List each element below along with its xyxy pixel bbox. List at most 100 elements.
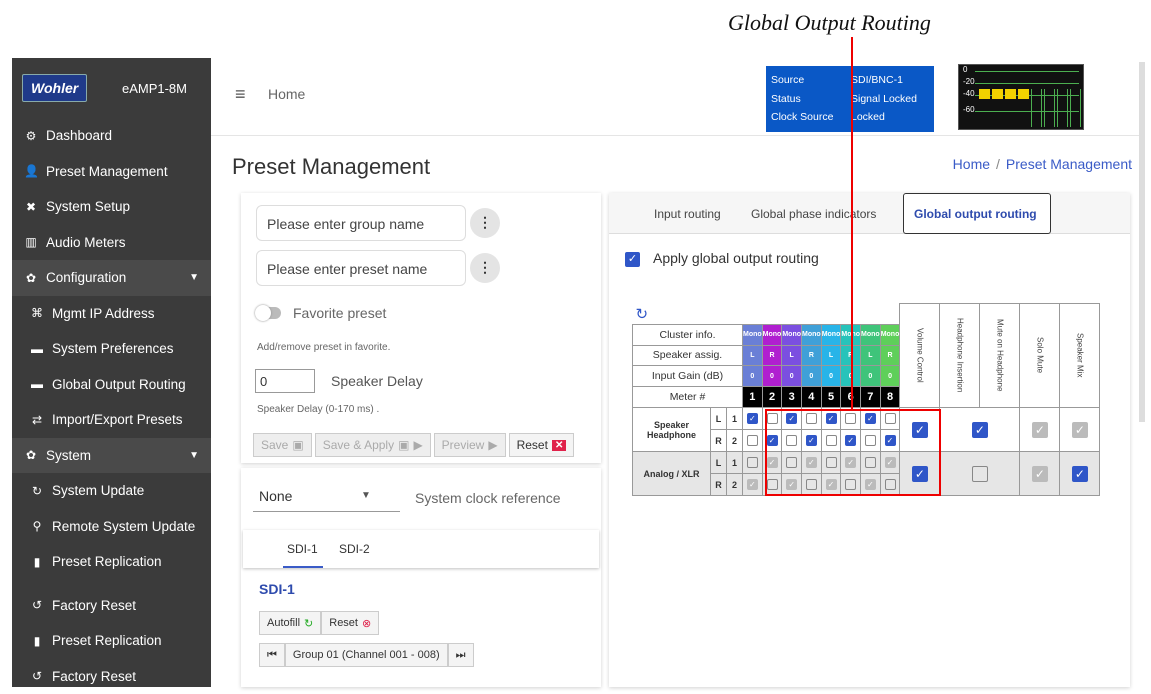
sidebar-item-label: Remote System Update [52,519,195,534]
sidebar-item-label: Configuration [46,270,126,285]
channel-number: 2 [727,474,743,496]
route-checkbox[interactable]: ✓ [747,479,758,490]
active-tab-underline [283,566,323,568]
gain-cell: 0 [821,366,841,387]
solo-mute-checkbox[interactable]: ✓ [1032,422,1048,438]
tab-global-output-routing[interactable]: Global output routing [914,207,1037,221]
callout-label: Global Output Routing [728,10,931,36]
solo-mute-checkbox[interactable]: ✓ [1032,466,1048,482]
route-checkbox[interactable] [747,435,758,446]
last-group-button[interactable]: ⏭ [448,643,474,667]
sidebar-item-label: System Update [52,483,144,498]
output-name: Analog / XLR [633,452,711,496]
headphone-insertion-checkbox[interactable]: ✓ [972,422,988,438]
sidebar-item-mgmt-ip-address[interactable]: ⌘Mgmt IP Address [12,296,211,332]
speaker-mix-checkbox[interactable]: ✓ [1072,422,1088,438]
sidebar-item-label: Global Output Routing [52,377,186,392]
sidebar-item-system-preferences[interactable]: ▬System Preferences [12,331,211,367]
assign-cell: L [782,345,802,366]
meters-cell: 3 [782,387,802,408]
save-apply-label: Save & Apply [323,438,394,452]
sdi-reset-button[interactable]: Reset⊗ [321,611,379,635]
sidebar-item-preset-replication[interactable]: ▮Preset Replication [12,544,211,580]
first-group-button[interactable]: ⏮ [259,643,285,667]
sidebar-item-preset-replication[interactable]: ▮Preset Replication [12,623,211,659]
sidebar-item-configuration[interactable]: ✿Configuration▼ [12,260,211,296]
cluster-cell: Mono [782,324,802,345]
column-header-volume-control: Volume Control [900,304,940,408]
clock-reference-select[interactable]: None [253,486,400,512]
caret-down-icon[interactable]: ▼ [361,490,371,501]
breadcrumb-home[interactable]: Home [953,156,990,172]
headphone-insertion-cell: ✓ [940,408,1020,452]
assign-cell: R [802,345,822,366]
sidebar-item-factory-reset[interactable]: ↺Factory Reset [12,588,211,624]
sidebar-item-system[interactable]: ✿System▼ [12,438,211,474]
apply-routing-checkbox[interactable]: ✓ [625,252,640,267]
tab-input-routing[interactable]: Input routing [654,207,721,221]
save-button[interactable]: Save▣ [253,433,312,457]
speaker-mix-checkbox[interactable]: ✓ [1072,466,1088,482]
preset-menu-button[interactable]: ⋮ [470,253,500,283]
cog-icon: ✿ [24,271,38,285]
refresh-icon[interactable]: ↻ [636,306,649,323]
home-link[interactable]: Home [268,86,305,102]
group-name-input[interactable]: Please enter group name [256,205,466,241]
scrollbar[interactable] [1139,62,1145,422]
meters-cell: 1 [743,387,763,408]
route-checkbox[interactable]: ✓ [747,413,758,424]
sdi-buttons: Autofill↻ Reset⊗ [259,611,379,635]
sidebar-item-preset-management[interactable]: 👤Preset Management [12,154,211,190]
sidebar-item-dashboard[interactable]: ⚙Dashboard [12,118,211,154]
speaker-mix-cell: ✓ [1060,452,1100,496]
meters-cell: 4 [802,387,822,408]
meter-bar [979,89,990,99]
tab-global-phase-indicators[interactable]: Global phase indicators [751,207,876,221]
skip-back-icon: ⏮ [267,649,277,662]
meter-bar [992,89,1003,99]
favorite-help-text: Add/remove preset in favorite. [257,342,390,353]
solo-mute-cell: ✓ [1020,408,1060,452]
headphone-insertion-checkbox[interactable] [972,466,988,482]
meter-scale-label: -20 [963,77,975,86]
cluster-cell: Mono [743,324,763,345]
gain-cell: 0 [861,366,881,387]
tab-sdi-2[interactable]: SDI-2 [339,542,370,556]
assign-cell: R [762,345,782,366]
sidebar-item-import-export-presets[interactable]: ⇄Import/Export Presets [12,402,211,438]
close-circle-icon: ⊗ [362,617,371,630]
sidebar-item-label: Preset Management [46,164,168,179]
cogs-icon: ✿ [24,448,38,462]
highlight-box [765,409,941,496]
status-row: StatusSignal Locked [771,90,929,109]
autofill-label: Autofill [267,617,300,629]
favorite-toggle[interactable] [257,307,281,319]
solo-mute-cell: ✓ [1020,452,1060,496]
tab-sdi-1[interactable]: SDI-1 [287,542,318,556]
hamburger-menu-icon[interactable]: ≡ [235,84,246,105]
breadcrumb-separator: / [996,156,1000,172]
channel-side: R [711,474,727,496]
sidebar-item-system-setup[interactable]: ✖System Setup [12,189,211,225]
preset-name-input[interactable]: Please enter preset name [256,250,466,286]
meter-scale-label: 0 [963,65,967,74]
preview-button[interactable]: Preview▶ [434,433,506,457]
sidebar-item-label: System Setup [46,199,130,214]
network-icon: ⌘ [30,306,44,320]
sidebar-item-global-output-routing[interactable]: ▬Global Output Routing [12,367,211,403]
undo-icon: ↺ [30,598,44,612]
save-apply-button[interactable]: Save & Apply▣▶ [315,433,431,457]
route-checkbox[interactable] [747,457,758,468]
group-menu-button[interactable]: ⋮ [470,208,500,238]
sidebar-item-factory-reset[interactable]: ↺Factory Reset [12,659,211,694]
sidebar-item-audio-meters[interactable]: ▥Audio Meters [12,225,211,261]
reset-button[interactable]: Reset✕ [509,433,575,457]
autofill-button[interactable]: Autofill↻ [259,611,321,635]
group-range-label: Group 01 (Channel 001 - 008) [293,649,440,661]
channel-number: 2 [727,430,743,452]
gain-cell: 0 [782,366,802,387]
sidebar-item-system-update[interactable]: ↻System Update [12,473,211,509]
sidebar-item-label: Preset Replication [52,554,162,569]
sidebar-item-remote-system-update[interactable]: ⚲Remote System Update [12,509,211,545]
speaker-delay-input[interactable]: 0 [255,369,315,393]
